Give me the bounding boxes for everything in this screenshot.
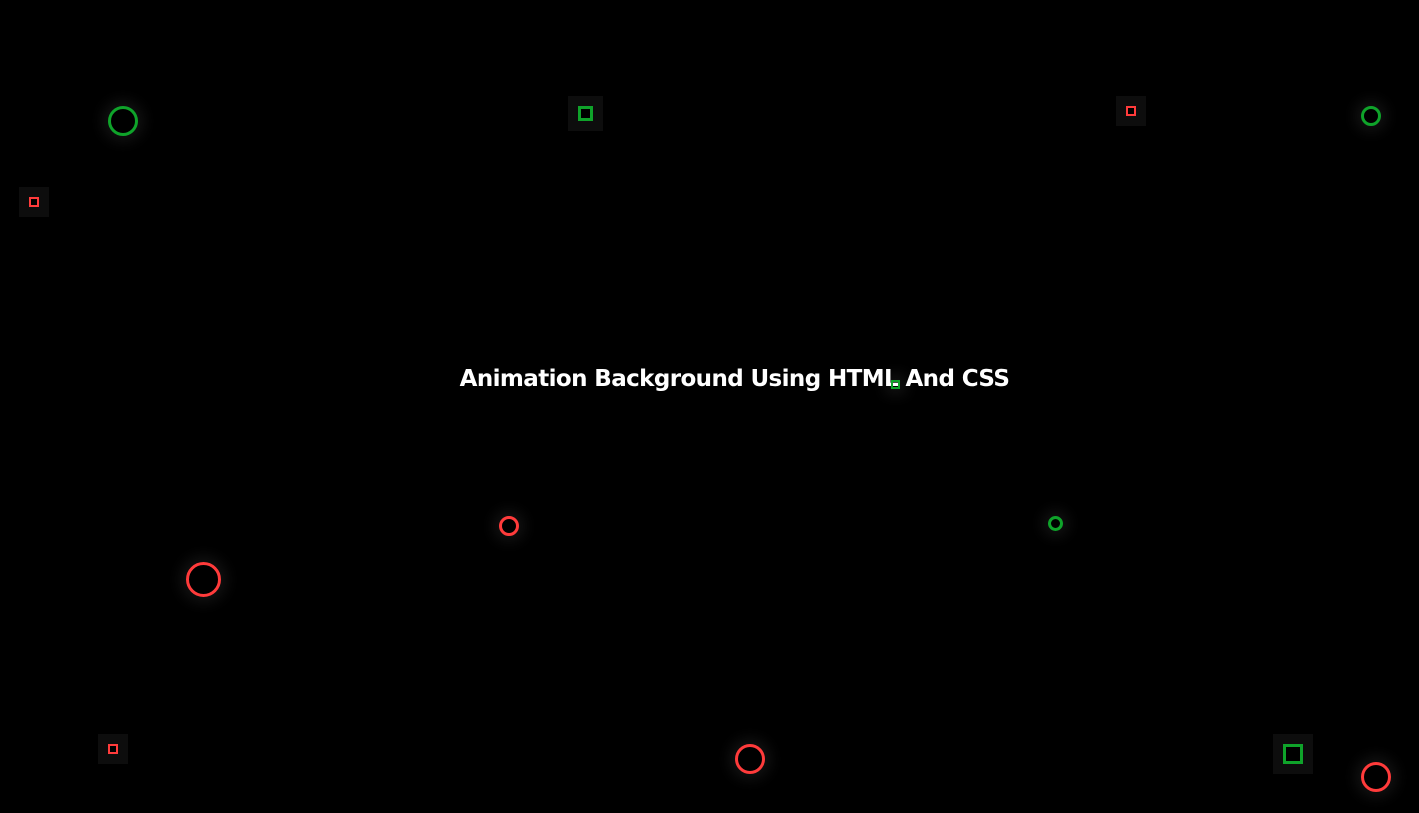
green-square-shape [1283, 744, 1303, 764]
green-circle-shape [1361, 106, 1381, 126]
red-circle-shape [735, 744, 765, 774]
green-circle-shape [108, 106, 138, 136]
red-square-shape [29, 197, 39, 207]
red-circle-shape [499, 516, 519, 536]
red-square-shape [1126, 106, 1136, 116]
green-circle-shape [1048, 516, 1063, 531]
red-square-shape [108, 744, 118, 754]
green-square-shape [578, 106, 593, 121]
green-square-shape [891, 380, 900, 389]
red-circle-shape [186, 562, 221, 597]
page-title: Animation Background Using HTML And CSS [459, 366, 1010, 392]
animated-background: Animation Background Using HTML And CSS [0, 0, 1419, 813]
red-circle-shape [1361, 762, 1391, 792]
